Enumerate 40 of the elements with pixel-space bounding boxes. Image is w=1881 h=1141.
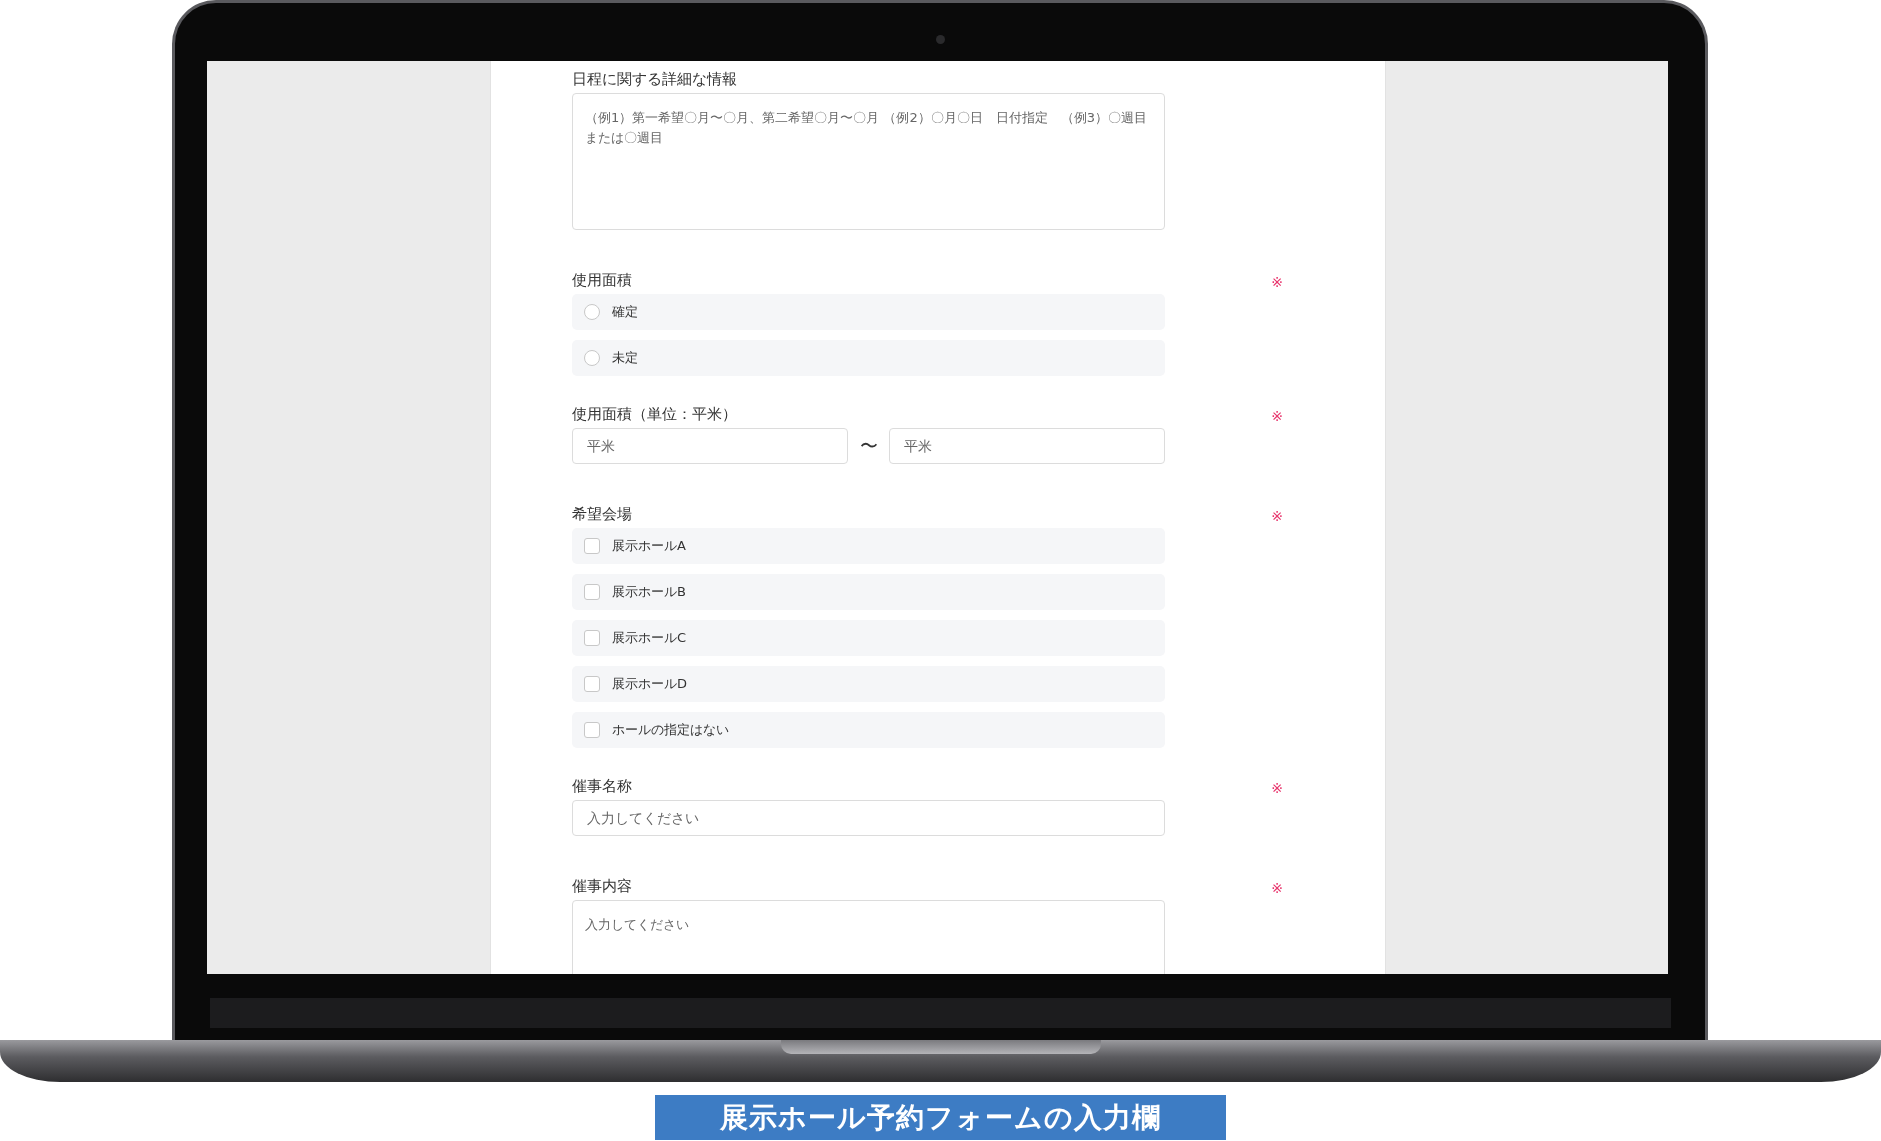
checkbox-option[interactable]: 展示ホールB <box>572 574 1165 610</box>
input-field[interactable]: 平米 <box>889 428 1165 464</box>
required-mark: ※ <box>1271 274 1283 290</box>
required-mark: ※ <box>1271 508 1283 524</box>
radio-button[interactable] <box>584 350 600 366</box>
field-label: 使用面積（単位：平米） <box>572 405 737 424</box>
radio-option[interactable]: 確定 <box>572 294 1165 330</box>
field-label: 日程に関する詳細な情報 <box>572 70 737 89</box>
option-label: 展示ホールD <box>612 675 687 693</box>
option-label: 展示ホールB <box>612 583 686 601</box>
text-area[interactable]: （例1）第一希望〇月〜〇月、第二希望〇月〜〇月 （例2）〇月〇日 日付指定 （例3）〇週目または〇週目 <box>572 93 1165 230</box>
option-label: 展示ホールA <box>612 537 686 555</box>
option-label: 展示ホールC <box>612 629 687 647</box>
field-label: 希望会場 <box>572 505 632 524</box>
required-mark: ※ <box>1271 780 1283 796</box>
checkbox[interactable] <box>584 538 600 554</box>
option-label: 未定 <box>612 349 638 367</box>
input-field[interactable]: 平米 <box>572 428 848 464</box>
checkbox[interactable] <box>584 722 600 738</box>
input-field[interactable]: 入力してください <box>572 800 1165 836</box>
text-area[interactable]: 入力してください <box>572 900 1165 974</box>
field-label: 催事内容 <box>572 877 632 896</box>
checkbox-option[interactable]: 展示ホールA <box>572 528 1165 564</box>
range-separator: 〜 <box>858 434 879 458</box>
field-label: 使用面積 <box>572 271 632 290</box>
radio-option[interactable]: 未定 <box>572 340 1165 376</box>
checkbox[interactable] <box>584 584 600 600</box>
checkbox-option[interactable]: ホールの指定はない <box>572 712 1165 748</box>
radio-button[interactable] <box>584 304 600 320</box>
option-label: 確定 <box>612 303 638 321</box>
camera-icon <box>935 35 945 44</box>
checkbox[interactable] <box>584 630 600 646</box>
checkbox-option[interactable]: 展示ホールD <box>572 666 1165 702</box>
checkbox[interactable] <box>584 676 600 692</box>
checkbox-option[interactable]: 展示ホールC <box>572 620 1165 656</box>
required-mark: ※ <box>1271 408 1283 424</box>
required-mark: ※ <box>1271 880 1283 896</box>
caption-banner: 展示ホール予約フォームの入力欄 <box>655 1095 1226 1140</box>
field-label: 催事名称 <box>572 777 632 796</box>
option-label: ホールの指定はない <box>612 721 729 739</box>
